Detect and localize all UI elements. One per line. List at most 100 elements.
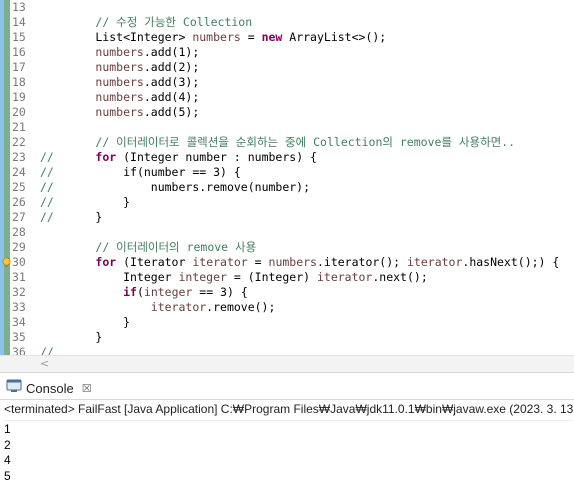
quick-diff-stripe: [4, 195, 10, 210]
code-line[interactable]: 17 numbers.add(2);: [0, 60, 574, 75]
line-number: 30: [12, 255, 26, 269]
code-line[interactable]: 35 }: [0, 330, 574, 345]
code-line[interactable]: 22 // 이터레이터로 콜렉션을 순회하는 중에 Collection의 re…: [0, 135, 574, 150]
line-number: 32: [12, 285, 26, 299]
code-text[interactable]: // for (Integer number : numbers) {: [40, 150, 317, 165]
code-line[interactable]: 28: [0, 225, 574, 240]
warning-lightbulb-icon[interactable]: [1, 257, 12, 268]
code-text[interactable]: // 이터레이터로 콜렉션을 순회하는 중에 Collection의 remov…: [40, 135, 515, 150]
quick-diff-stripe: [4, 240, 10, 255]
console-output: 1245: [4, 420, 572, 484]
code-text[interactable]: //: [40, 345, 54, 355]
quick-diff-stripe: [4, 150, 10, 165]
quick-diff-stripe: [4, 285, 10, 300]
code-editor[interactable]: 13 14 // 수정 가능한 Collection 15 List<Integer…: [0, 0, 574, 355]
line-number: 34: [12, 315, 26, 329]
close-icon[interactable]: ☒: [82, 382, 92, 395]
line-number: 18: [12, 75, 26, 89]
output-line: 5: [4, 468, 11, 483]
quick-diff-stripe: [4, 225, 10, 240]
code-line[interactable]: 20 numbers.add(5);: [0, 105, 574, 120]
line-number: 26: [12, 195, 26, 209]
code-text[interactable]: for (Iterator iterator = numbers.iterato…: [40, 255, 559, 270]
quick-diff-stripe: [4, 165, 10, 180]
code-text[interactable]: iterator.remove();: [40, 300, 276, 315]
quick-diff-stripe: [4, 15, 10, 30]
quick-diff-stripe: [4, 345, 10, 355]
code-text[interactable]: Integer integer = (Integer) iterator.nex…: [40, 270, 428, 285]
code-line[interactable]: 26 // }: [0, 195, 574, 210]
code-line[interactable]: 21: [0, 120, 574, 135]
line-number: 27: [12, 210, 26, 224]
code-text[interactable]: if(integer == 3) {: [40, 285, 248, 300]
code-text[interactable]: numbers.add(4);: [40, 90, 199, 105]
code-line[interactable]: 31 Integer integer = (Integer) iterator.…: [0, 270, 574, 285]
quick-diff-stripe: [4, 330, 10, 345]
line-number: 14: [12, 15, 26, 29]
line-number: 25: [12, 180, 26, 194]
code-text[interactable]: // numbers.remove(number);: [40, 180, 310, 195]
code-line[interactable]: 27 // }: [0, 210, 574, 225]
code-text[interactable]: numbers.add(5);: [40, 105, 199, 120]
code-line[interactable]: 29 // 이터레이터의 remove 사용: [0, 240, 574, 255]
code-text[interactable]: }: [40, 330, 102, 345]
quick-diff-stripe: [4, 135, 10, 150]
code-text[interactable]: // if(number == 3) {: [40, 165, 241, 180]
code-line[interactable]: 33 iterator.remove();: [0, 300, 574, 315]
code-line[interactable]: 15 List<Integer> numbers = new ArrayList…: [0, 30, 574, 45]
console-icon: [6, 379, 22, 398]
code-line[interactable]: 14 // 수정 가능한 Collection: [0, 15, 574, 30]
code-text[interactable]: numbers.add(1);: [40, 45, 199, 60]
code-text[interactable]: numbers.add(3);: [40, 75, 199, 90]
code-line[interactable]: 25 // numbers.remove(number);: [0, 180, 574, 195]
code-text[interactable]: List<Integer> numbers = new ArrayList<>(…: [40, 30, 386, 45]
quick-diff-stripe: [4, 30, 10, 45]
quick-diff-stripe: [4, 120, 10, 135]
code-line[interactable]: 19 numbers.add(4);: [0, 90, 574, 105]
line-number: 24: [12, 165, 26, 179]
code-line[interactable]: 24 // if(number == 3) {: [0, 165, 574, 180]
line-number: 21: [12, 120, 26, 134]
line-number: 22: [12, 135, 26, 149]
line-number: 23: [12, 150, 26, 164]
line-number: 31: [12, 270, 26, 284]
quick-diff-stripe: [4, 45, 10, 60]
code-line[interactable]: 32 if(integer == 3) {: [0, 285, 574, 300]
line-number: 29: [12, 240, 26, 254]
line-number: 16: [12, 45, 26, 59]
scroll-left-arrow[interactable]: <: [40, 357, 49, 370]
quick-diff-stripe: [4, 105, 10, 120]
code-line[interactable]: 16 numbers.add(1);: [0, 45, 574, 60]
code-text[interactable]: // }: [40, 210, 102, 225]
line-number: 35: [12, 330, 26, 344]
code-text[interactable]: // 수정 가능한 Collection: [40, 15, 252, 30]
line-number: 36: [12, 345, 26, 355]
code-line[interactable]: 13: [0, 0, 574, 15]
tab-console-label: Console: [26, 380, 74, 396]
quick-diff-stripe: [4, 315, 10, 330]
line-number: 13: [12, 0, 26, 14]
tab-console[interactable]: Console ☒: [6, 377, 92, 399]
quick-diff-stripe: [4, 270, 10, 285]
line-number: 19: [12, 90, 26, 104]
code-text[interactable]: // 이터레이터의 remove 사용: [40, 240, 256, 255]
output-line: 4: [4, 453, 11, 467]
code-text[interactable]: }: [40, 315, 130, 330]
code-line[interactable]: 34 }: [0, 315, 574, 330]
quick-diff-stripe: [4, 0, 10, 15]
code-text[interactable]: // }: [40, 195, 130, 210]
quick-diff-stripe: [4, 75, 10, 90]
horizontal-scrollbar[interactable]: <: [0, 355, 574, 373]
code-line[interactable]: 23 // for (Integer number : numbers) {: [0, 150, 574, 165]
code-line[interactable]: 30 for (Iterator iterator = numbers.iter…: [0, 255, 574, 270]
quick-diff-stripe: [4, 90, 10, 105]
output-line: 1: [4, 422, 11, 436]
line-number: 33: [12, 300, 26, 314]
quick-diff-stripe: [4, 60, 10, 75]
quick-diff-stripe: [4, 210, 10, 225]
code-line[interactable]: 36 //: [0, 345, 574, 355]
line-number: 17: [12, 60, 26, 74]
output-line: 2: [4, 437, 11, 452]
code-text[interactable]: numbers.add(2);: [40, 60, 199, 75]
code-line[interactable]: 18 numbers.add(3);: [0, 75, 574, 90]
